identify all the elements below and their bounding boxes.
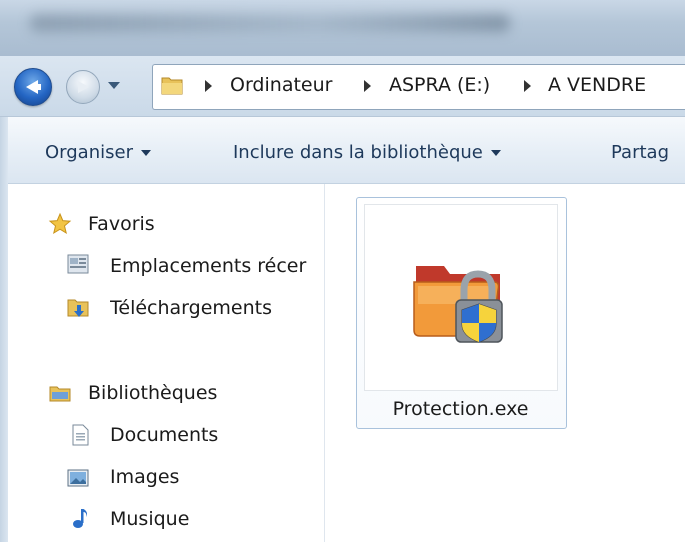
window-left-border xyxy=(0,117,8,542)
file-name-label: Protection.exe xyxy=(392,398,529,420)
breadcrumb-separator-icon[interactable] xyxy=(364,80,371,92)
star-icon xyxy=(48,212,72,235)
chevron-down-icon xyxy=(490,150,501,156)
nav-item-favorites[interactable]: Favoris xyxy=(88,209,318,239)
recent-pages-dropdown[interactable] xyxy=(108,82,120,89)
breadcrumb-drive[interactable]: ASPRA (E:) xyxy=(389,72,490,98)
share-button[interactable]: Partag xyxy=(611,142,669,164)
include-label: Inclure dans la bibliothèque xyxy=(233,142,483,163)
pane-splitter[interactable] xyxy=(324,184,325,542)
nav-item-music[interactable]: Musique xyxy=(110,504,324,534)
nav-item-libraries[interactable]: Bibliothèques xyxy=(88,378,318,408)
forward-arrow-icon xyxy=(78,81,89,93)
include-in-library-button[interactable]: Inclure dans la bibliothèque xyxy=(233,142,501,164)
breadcrumb-separator-icon[interactable] xyxy=(205,80,212,92)
blurred-title-area xyxy=(30,14,510,32)
chevron-down-icon xyxy=(140,150,151,156)
downloads-folder-icon xyxy=(67,299,89,317)
music-note-icon xyxy=(73,509,88,528)
image-icon xyxy=(67,469,89,487)
forward-button[interactable] xyxy=(66,70,100,104)
window-title-bar[interactable] xyxy=(0,0,685,56)
back-button[interactable] xyxy=(14,68,52,106)
breadcrumb-computer[interactable]: Ordinateur xyxy=(230,72,332,98)
nav-item-documents[interactable]: Documents xyxy=(110,420,324,450)
breadcrumb-separator-icon[interactable] xyxy=(524,80,531,92)
breadcrumb-current-folder[interactable]: A VENDRE xyxy=(548,72,646,98)
nav-item-downloads[interactable]: Téléchargements xyxy=(110,293,324,323)
libraries-icon xyxy=(49,386,71,402)
back-arrow-icon xyxy=(26,80,41,94)
organize-label: Organiser xyxy=(45,142,133,163)
nav-item-images[interactable]: Images xyxy=(110,462,324,492)
nav-item-recent-places[interactable]: Emplacements récer xyxy=(110,251,324,281)
organize-menu-button[interactable]: Organiser xyxy=(45,142,151,164)
share-label: Partag xyxy=(611,142,669,163)
folder-icon xyxy=(161,77,183,95)
recent-places-icon xyxy=(67,254,89,274)
locked-folder-shield-icon xyxy=(413,266,503,343)
document-icon xyxy=(72,424,89,446)
